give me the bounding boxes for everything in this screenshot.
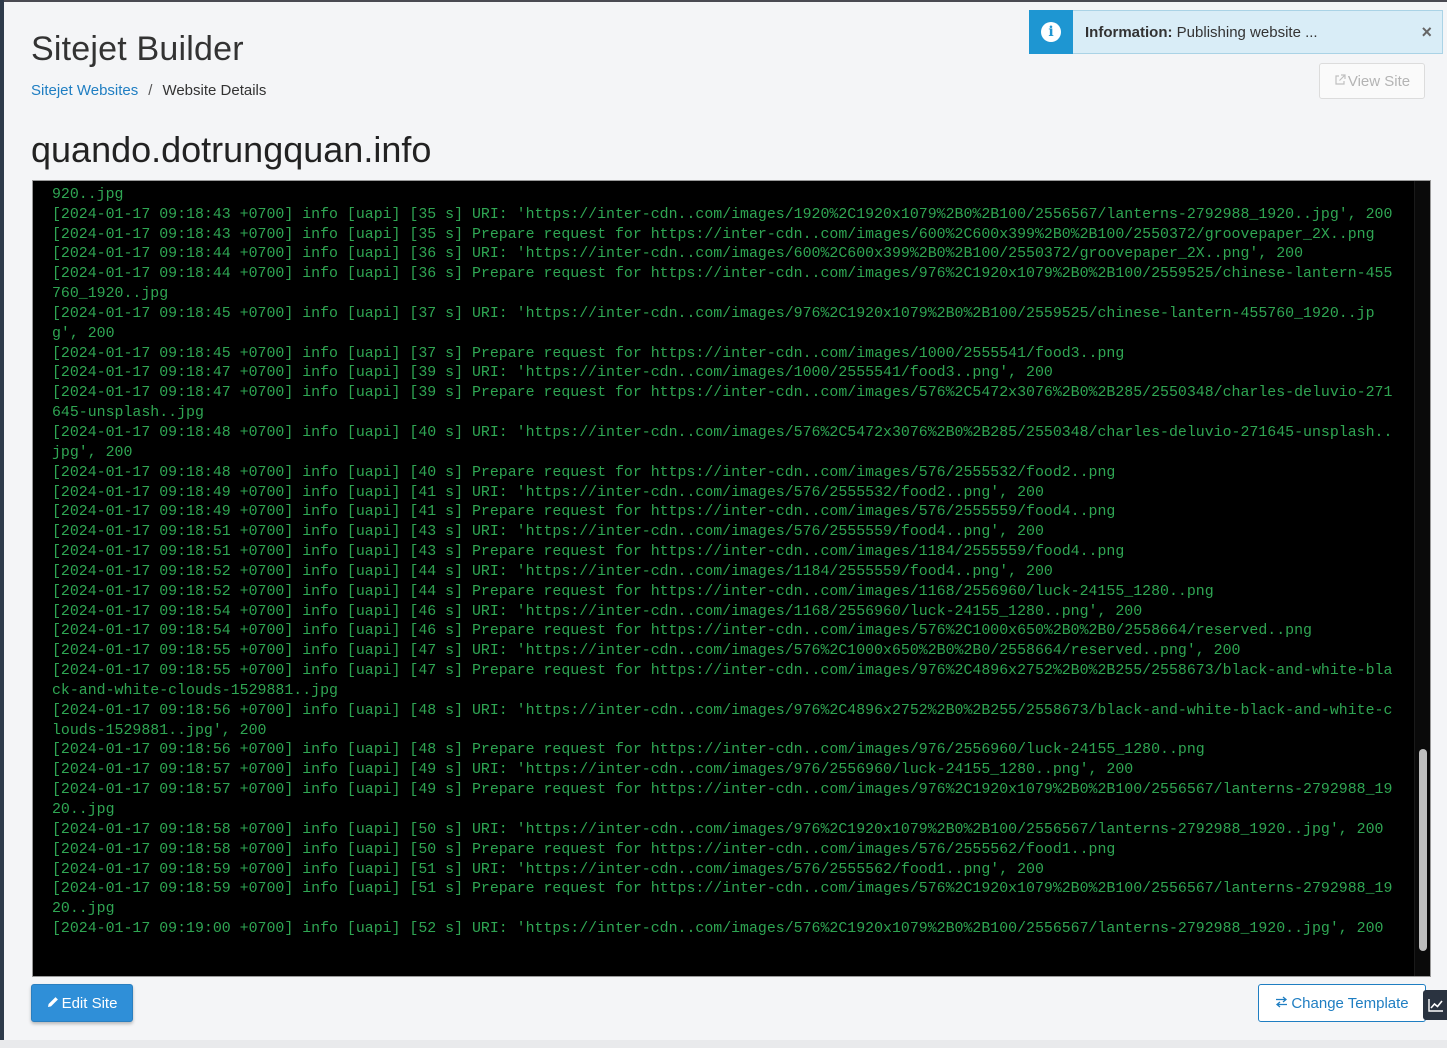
notification-message: Publishing website ... xyxy=(1176,23,1318,41)
log-line: [2024-01-17 09:18:59 +0700] info [uapi] … xyxy=(52,881,1393,918)
close-icon[interactable]: × xyxy=(1421,22,1432,43)
log-line: [2024-01-17 09:18:44 +0700] info [uapi] … xyxy=(52,246,1304,263)
log-line: [2024-01-17 09:18:58 +0700] info [uapi] … xyxy=(52,821,1384,838)
log-line: [2024-01-17 09:18:54 +0700] info [uapi] … xyxy=(52,603,1143,620)
log-line: [2024-01-17 09:18:43 +0700] info [uapi] … xyxy=(52,226,1375,243)
log-content: [2024-01-17 09:18:42 +0700] info [uapi] … xyxy=(52,181,1397,940)
log-line: [2024-01-17 09:18:52 +0700] info [uapi] … xyxy=(52,583,1214,600)
log-line: [2024-01-17 09:18:52 +0700] info [uapi] … xyxy=(52,563,1053,580)
publish-log-console[interactable]: [2024-01-17 09:18:42 +0700] info [uapi] … xyxy=(32,180,1431,977)
log-viewport: [2024-01-17 09:18:42 +0700] info [uapi] … xyxy=(33,181,1414,976)
log-line: [2024-01-17 09:18:47 +0700] info [uapi] … xyxy=(52,365,1053,382)
pencil-icon xyxy=(47,995,59,1011)
log-line: [2024-01-17 09:18:51 +0700] info [uapi] … xyxy=(52,524,1044,541)
log-line: [2024-01-17 09:18:57 +0700] info [uapi] … xyxy=(52,762,1134,779)
view-site-label: View Site xyxy=(1347,72,1411,90)
change-template-button[interactable]: Change Template xyxy=(1258,984,1426,1022)
log-line: [2024-01-17 09:18:47 +0700] info [uapi] … xyxy=(52,385,1393,422)
change-template-label: Change Template xyxy=(1291,994,1409,1012)
log-line: [2024-01-17 09:18:57 +0700] info [uapi] … xyxy=(52,782,1393,818)
view-site-button[interactable]: View Site xyxy=(1319,63,1425,99)
notification-text: Information: Publishing website ... xyxy=(1085,24,1318,41)
info-icon: i xyxy=(1041,22,1061,42)
app-title: Sitejet Builder xyxy=(31,30,244,68)
bottom-shade xyxy=(0,1040,1447,1048)
log-line: [2024-01-17 09:18:56 +0700] info [uapi] … xyxy=(52,742,1205,759)
edit-site-label: Edit Site xyxy=(61,994,118,1012)
log-line: [2024-01-17 09:18:45 +0700] info [uapi] … xyxy=(52,305,1375,342)
log-line: [2024-01-17 09:18:58 +0700] info [uapi] … xyxy=(52,841,1116,858)
site-domain-heading: quando.dotrungquan.info xyxy=(31,129,432,170)
log-line: [2024-01-17 09:18:51 +0700] info [uapi] … xyxy=(52,544,1125,561)
breadcrumb-current: Website Details xyxy=(162,82,267,99)
log-line: [2024-01-17 09:18:42 +0700] info [uapi] … xyxy=(52,181,1392,203)
edit-site-button[interactable]: Edit Site xyxy=(31,984,133,1022)
breadcrumb-separator: / xyxy=(148,82,153,99)
line-chart-icon[interactable] xyxy=(1423,990,1447,1020)
log-line: [2024-01-17 09:18:49 +0700] info [uapi] … xyxy=(52,484,1044,501)
log-line: [2024-01-17 09:18:48 +0700] info [uapi] … xyxy=(52,424,1393,461)
log-line: [2024-01-17 09:18:55 +0700] info [uapi] … xyxy=(52,643,1241,660)
breadcrumb-link-sitejet-websites[interactable]: Sitejet Websites xyxy=(31,82,138,99)
log-line: [2024-01-17 09:18:49 +0700] info [uapi] … xyxy=(52,504,1116,521)
log-line: [2024-01-17 09:18:45 +0700] info [uapi] … xyxy=(52,345,1125,362)
log-line: [2024-01-17 09:18:43 +0700] info [uapi] … xyxy=(52,206,1393,223)
log-line: [2024-01-17 09:18:56 +0700] info [uapi] … xyxy=(52,702,1393,739)
log-line: [2024-01-17 09:18:59 +0700] info [uapi] … xyxy=(52,861,1044,878)
info-notification: i Information: Publishing website ... × xyxy=(1029,10,1443,54)
log-line: [2024-01-17 09:19:00 +0700] info [uapi] … xyxy=(52,921,1384,938)
log-scrollbar[interactable] xyxy=(1414,181,1430,976)
log-line: [2024-01-17 09:18:44 +0700] info [uapi] … xyxy=(52,266,1393,303)
log-line: [2024-01-17 09:18:48 +0700] info [uapi] … xyxy=(52,464,1116,481)
log-scrollbar-thumb[interactable] xyxy=(1419,749,1427,951)
external-link-icon xyxy=(1334,73,1346,89)
breadcrumb: Sitejet Websites / Website Details xyxy=(31,82,266,99)
log-line: [2024-01-17 09:18:55 +0700] info [uapi] … xyxy=(52,663,1393,699)
info-icon-box: i xyxy=(1029,10,1073,54)
page: Sitejet Builder Sitejet Websites / Websi… xyxy=(4,2,1447,1048)
swap-arrows-icon xyxy=(1275,996,1288,1011)
notification-label: Information: xyxy=(1085,23,1173,41)
log-line: [2024-01-17 09:18:54 +0700] info [uapi] … xyxy=(52,623,1312,640)
